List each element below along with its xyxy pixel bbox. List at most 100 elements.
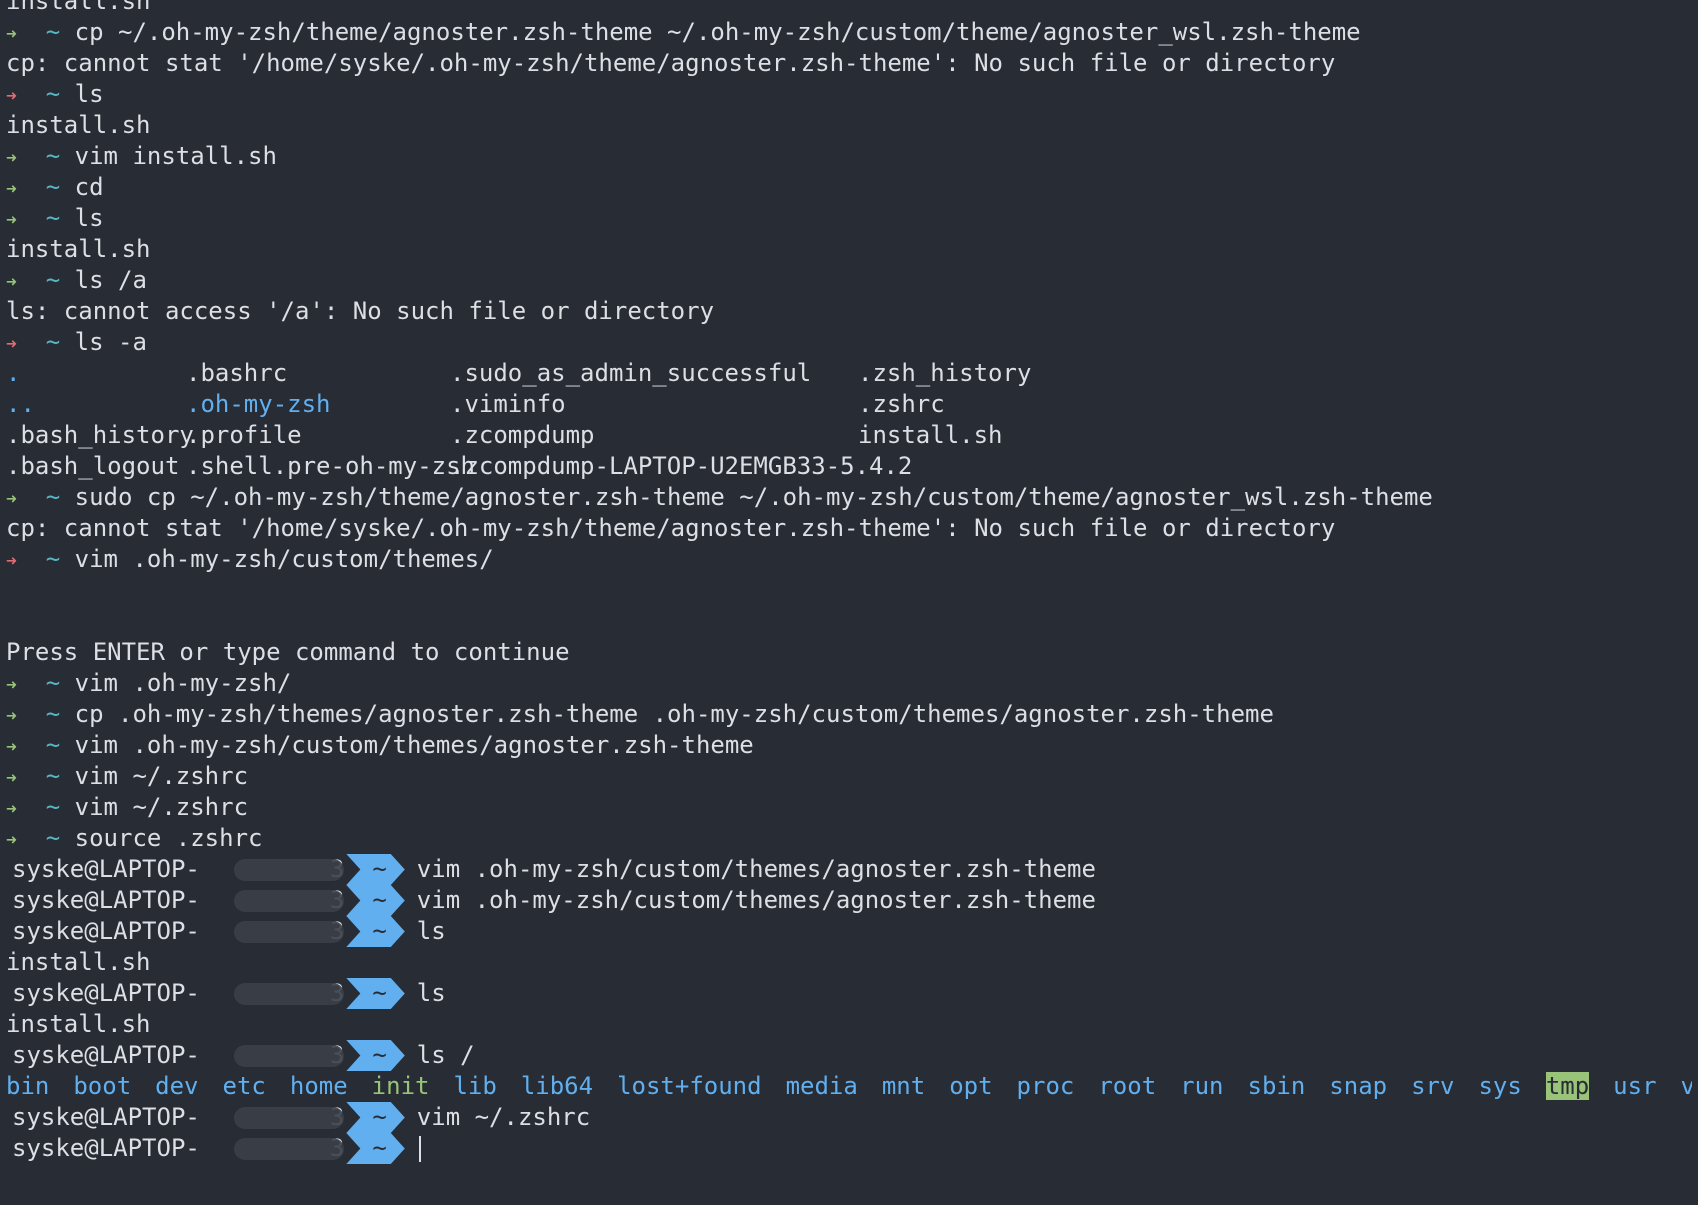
ls-entry: lib64: [520, 1072, 594, 1100]
prompt-arrow-icon: ➜: [6, 737, 17, 758]
ls-entry: usr: [1613, 1072, 1657, 1100]
ls-entry: .zcompdump-LAPTOP-U2EMGB33-5.4.2: [450, 452, 913, 480]
prompt-cwd: ~: [16, 731, 75, 759]
output-text: cp: cannot stat '/home/syske/.oh-my-zsh/…: [6, 49, 1336, 77]
terminal-line: ➜ ~ ls: [6, 203, 1692, 234]
terminal-line: syske@LAPTOP- 3 ~ vim .oh-my-zsh/custom/th…: [6, 854, 1692, 885]
text-cursor: [418, 1136, 421, 1162]
terminal-line: syske@LAPTOP- 3 ~ vim .oh-my-zsh/custom/th…: [6, 885, 1692, 916]
command-text: source .zshrc: [74, 824, 263, 852]
prompt-cwd: ~: [16, 669, 75, 697]
prompt-arrow-icon: ➜: [6, 334, 17, 355]
terminal-line: ➜ ~ ls -a: [6, 327, 1692, 358]
terminal-line: cp: cannot stat '/home/syske/.oh-my-zsh/…: [6, 48, 1692, 79]
command-text: ls: [416, 917, 446, 945]
ls-entry: .zcompdump: [450, 421, 595, 449]
ls-entry: boot: [73, 1072, 132, 1100]
prompt-arrow-icon: ➜: [6, 799, 17, 820]
command-text: sudo cp ~/.oh-my-zsh/theme/agnoster.zsh-…: [74, 483, 1433, 511]
prompt-cwd: ~: [16, 545, 75, 573]
terminal-line: ➜ ~ vim .oh-my-zsh/: [6, 668, 1692, 699]
prompt-host-segment: syske@LAPTOP- 3: [6, 1133, 354, 1164]
command-text: ls /a: [74, 266, 147, 294]
terminal-line: . .bashrc .sudo_as_admin_successful .zsh_hi…: [6, 358, 1692, 389]
prompt-dir-segment: ~: [346, 885, 404, 916]
terminal-line: install.sh: [6, 234, 1692, 265]
ls-entry: home: [289, 1072, 348, 1100]
prompt-arrow-icon: ➜: [6, 210, 17, 231]
ls-entry: .: [6, 359, 21, 387]
prompt-cwd: ~: [16, 80, 75, 108]
ls-entry: .zsh_history: [858, 359, 1032, 387]
command-text: cp .oh-my-zsh/themes/agnoster.zsh-theme …: [74, 700, 1274, 728]
command-text: vim .oh-my-zsh/custom/themes/agnoster.zs…: [416, 886, 1096, 914]
ls-entry: sbin: [1247, 1072, 1306, 1100]
ls-entry: snap: [1329, 1072, 1388, 1100]
output-text: cp: cannot stat '/home/syske/.oh-my-zsh/…: [6, 514, 1336, 542]
ls-entry: .oh-my-zsh: [186, 390, 331, 418]
prompt-arrow-icon: ➜: [6, 830, 17, 851]
ls-entry: run: [1180, 1072, 1224, 1100]
prompt-cwd: ~: [16, 700, 75, 728]
ls-entry: var: [1680, 1072, 1692, 1100]
ls-entry: srv: [1411, 1072, 1455, 1100]
command-text: ls /: [416, 1041, 475, 1069]
prompt-host-segment: syske@LAPTOP- 3: [6, 1102, 354, 1133]
terminal-line: syske@LAPTOP- 3 ~ ls: [6, 978, 1692, 1009]
prompt-arrow-icon: ➜: [6, 86, 17, 107]
ls-entry: media: [785, 1072, 858, 1100]
prompt-cwd: ~: [16, 824, 75, 852]
ls-entry: etc: [222, 1072, 266, 1100]
terminal-line: bin boot dev etc home init lib lib64 lost+found m…: [6, 1071, 1692, 1102]
prompt-cwd: ~: [16, 204, 75, 232]
terminal-line: ➜ ~ vim ~/.zshrc: [6, 761, 1692, 792]
ls-entry: .bashrc: [186, 359, 288, 387]
terminal-line: syske@LAPTOP- 3 ~ vim ~/.zshrc: [6, 1102, 1692, 1133]
ls-entry: init: [371, 1072, 430, 1100]
terminal-line: syske@LAPTOP- 3 ~ ls: [6, 916, 1692, 947]
redacted-blur: [234, 1107, 345, 1129]
ls-entry: bin: [6, 1072, 50, 1100]
terminal-line: Press ENTER or type command to continue: [6, 637, 1692, 668]
prompt-arrow-icon: ➜: [6, 551, 17, 572]
prompt-host-segment: syske@LAPTOP- 3: [6, 854, 354, 885]
ls-entry: .viminfo: [450, 390, 566, 418]
ls-entry: .bash_history: [6, 421, 194, 449]
ls-entry: tmp: [1545, 1072, 1590, 1100]
terminal-line: ➜ ~ source .zshrc: [6, 823, 1692, 854]
prompt-dir-segment: ~: [346, 916, 404, 947]
prompt-arrow-icon: ➜: [6, 706, 17, 727]
prompt-arrow-icon: ➜: [6, 768, 17, 789]
terminal-line: install.sh: [6, 0, 1692, 17]
ls-entry: lib: [453, 1072, 497, 1100]
command-text: cp ~/.oh-my-zsh/theme/agnoster.zsh-theme…: [74, 18, 1361, 46]
output-text: ls: cannot access '/a': No such file or …: [6, 297, 715, 325]
prompt-host-segment: syske@LAPTOP- 3: [6, 1040, 354, 1071]
prompt-arrow-icon: ➜: [6, 24, 17, 45]
prompt-dir-segment: ~: [346, 1040, 404, 1071]
prompt-arrow-icon: ➜: [6, 272, 17, 293]
prompt-host-segment: syske@LAPTOP- 3: [6, 916, 354, 947]
terminal-line: ➜ ~ cp ~/.oh-my-zsh/theme/agnoster.zsh-t…: [6, 17, 1692, 48]
terminal-line: ➜ ~ ls /a: [6, 265, 1692, 296]
ls-entry: root: [1098, 1072, 1157, 1100]
terminal-line: ➜ ~ cp .oh-my-zsh/themes/agnoster.zsh-th…: [6, 699, 1692, 730]
prompt-host-segment: syske@LAPTOP- 3: [6, 978, 354, 1009]
prompt-cwd: ~: [16, 793, 75, 821]
ls-entry: mnt: [881, 1072, 926, 1100]
ls-entry: .sudo_as_admin_successful: [450, 359, 812, 387]
command-text: vim ~/.zshrc: [74, 762, 249, 790]
terminal-output[interactable]: install.sh ➜ ~ cp ~/.oh-my-zsh/theme/agno…: [6, 0, 1692, 1164]
command-text: vim .oh-my-zsh/custom/themes/agnoster.zs…: [74, 731, 754, 759]
output-text: install.sh: [6, 0, 151, 15]
terminal-line: cp: cannot stat '/home/syske/.oh-my-zsh/…: [6, 513, 1692, 544]
command-text: vim ~/.zshrc: [74, 793, 249, 821]
prompt-dir-segment: ~: [346, 854, 404, 885]
terminal-line: ➜ ~ vim ~/.zshrc: [6, 792, 1692, 823]
command-text: vim .oh-my-zsh/custom/themes/agnoster.zs…: [416, 855, 1096, 883]
command-text: vim .oh-my-zsh/: [74, 669, 292, 697]
prompt-cwd: ~: [16, 266, 75, 294]
ls-entry: .profile: [186, 421, 302, 449]
terminal-line: install.sh: [6, 947, 1692, 978]
